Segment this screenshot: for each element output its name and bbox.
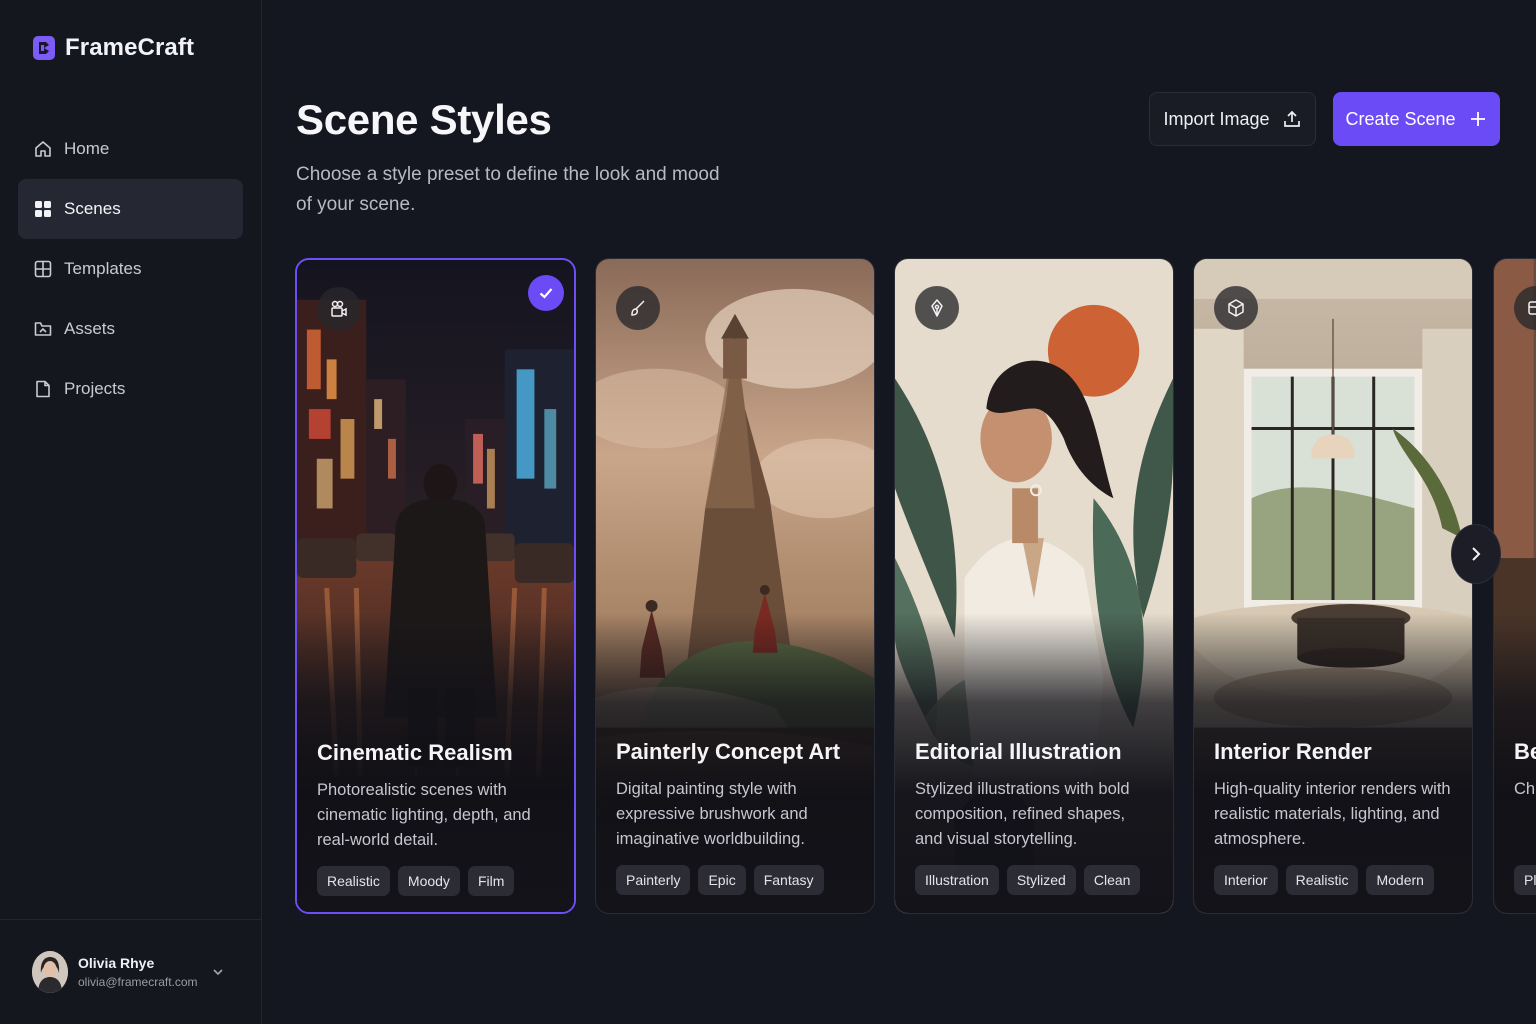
tag: Film [467, 866, 515, 896]
create-scene-button[interactable]: Create Scene [1333, 92, 1500, 146]
card-title: Be [1514, 739, 1536, 764]
card-title: Cinematic Realism [317, 740, 513, 765]
card-title: Interior Render [1214, 739, 1372, 764]
file-icon [36, 380, 50, 398]
card-title: Painterly Concept Art [616, 739, 841, 764]
sidebar: FrameCraft Home Scenes Templates Assets … [0, 0, 262, 1024]
card-tags: Realistic Moody Film [317, 866, 515, 896]
tag: Painterly [616, 865, 691, 895]
style-card-editorial-illustration[interactable]: Editorial Illustration Stylized illustra… [894, 258, 1174, 914]
style-card-partial[interactable]: Be Chu cou and Pl [1493, 258, 1536, 914]
brand-name: FrameCraft [65, 34, 195, 61]
style-card-clip: Be Chu cou and Pl [1493, 258, 1536, 914]
tag: Epic [698, 865, 746, 895]
sidebar-nav: Home Scenes Templates Assets Projects [18, 119, 243, 419]
sidebar-item-scenes[interactable]: Scenes [18, 179, 243, 239]
sidebar-item-label: Home [64, 139, 110, 158]
card-title: Editorial Illustration [915, 739, 1122, 764]
tag: Moody [397, 866, 460, 896]
tag: Stylized [1006, 865, 1076, 895]
style-card-cinematic-realism[interactable]: Cinematic Realism Photorealistic scenes … [295, 258, 576, 914]
sidebar-item-label: Templates [64, 259, 142, 278]
check-icon [539, 288, 553, 299]
carousel-next-button[interactable] [1451, 524, 1501, 584]
card-description: Chu cou and [1514, 780, 1536, 798]
page-subtitle: Choose a style preset to define the look… [296, 164, 720, 215]
user-name: Olivia Rhye [78, 955, 155, 971]
style-card-interior-render[interactable]: Interior Render High-quality interior re… [1193, 258, 1473, 914]
sidebar-item-templates[interactable]: Templates [18, 239, 243, 299]
template-icon [34, 260, 52, 278]
sidebar-item-label: Projects [64, 379, 126, 398]
tag: Interior [1214, 865, 1278, 895]
sidebar-item-projects[interactable]: Projects [18, 359, 243, 419]
tag: Illustration [915, 865, 999, 895]
brand[interactable]: FrameCraft [32, 34, 194, 62]
create-scene-label: Create Scene [1345, 108, 1456, 129]
cube-icon [1228, 299, 1244, 317]
upload-icon [1283, 110, 1300, 127]
card-tags: Illustration Stylized Clean [915, 865, 1141, 895]
brush-icon [631, 300, 645, 316]
import-image-label: Import Image [1163, 108, 1270, 129]
box-icon [1528, 301, 1536, 315]
tag: Realistic [1285, 865, 1359, 895]
import-image-button[interactable]: Import Image [1149, 92, 1316, 146]
home-icon [35, 141, 51, 157]
sidebar-item-label: Scenes [64, 199, 121, 218]
tag: Clean [1083, 865, 1141, 895]
tag: Fantasy [753, 865, 824, 895]
card-description: Stylized illustrations with bold composi… [915, 780, 1130, 848]
card-tags: Painterly Epic Fantasy [616, 865, 824, 895]
user-email: olivia@framecraft.com [78, 975, 198, 989]
card-style-icon [317, 287, 361, 331]
card-description: High-quality interior renders with reali… [1214, 780, 1451, 848]
style-card-painterly-concept-art[interactable]: Painterly Concept Art Digital painting s… [595, 258, 875, 914]
card-style-icon [1214, 286, 1258, 330]
sidebar-item-assets[interactable]: Assets [18, 299, 243, 359]
folder-icon [34, 322, 52, 336]
pen-nib-icon [931, 299, 943, 317]
chevron-right-icon [1472, 547, 1481, 561]
grid-icon [35, 201, 51, 217]
selected-check-badge [528, 275, 564, 311]
avatar [32, 951, 68, 993]
sidebar-item-home[interactable]: Home [18, 119, 243, 179]
chevron-down-icon[interactable] [210, 964, 226, 980]
sidebar-item-label: Assets [64, 319, 116, 338]
card-tags: Pl [1514, 865, 1536, 895]
card-style-icon [616, 286, 660, 330]
tag: Modern [1366, 865, 1434, 895]
video-camera-icon [331, 300, 347, 317]
framecraft-logo-icon [33, 36, 55, 60]
tag: Pl [1514, 865, 1536, 895]
plus-icon [1470, 112, 1485, 126]
page-title: Scene Styles [296, 96, 552, 143]
user-profile[interactable]: Olivia Rhye olivia@framecraft.com [0, 919, 261, 1024]
card-tags: Interior Realistic Modern [1214, 865, 1434, 895]
tag: Realistic [317, 866, 390, 896]
user-meta: Olivia Rhye olivia@framecraft.com [78, 955, 198, 989]
card-description: Photorealistic scenes with cinematic lig… [317, 781, 531, 849]
card-style-icon [915, 286, 959, 330]
card-description: Digital painting style with expressive b… [616, 780, 808, 848]
